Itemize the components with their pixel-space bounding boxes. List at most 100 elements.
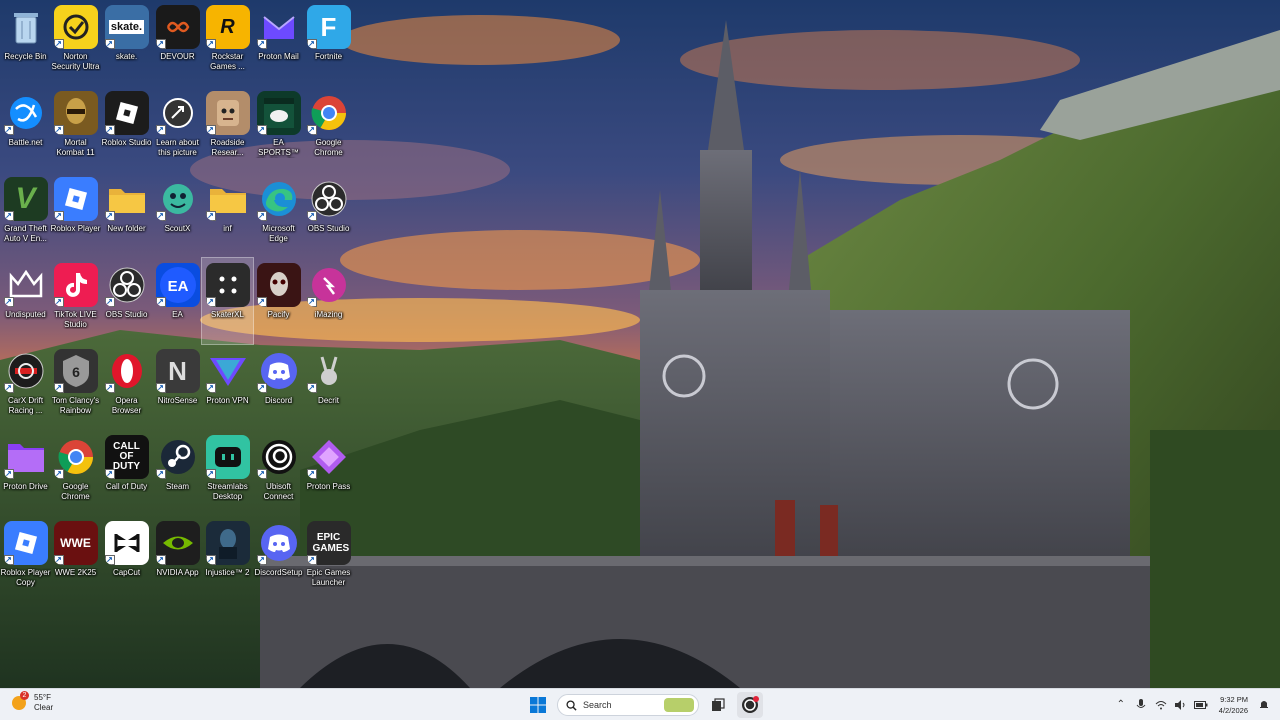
desktop-shortcut[interactable]: R ↗ Rockstar Games ...	[202, 0, 253, 86]
desktop-shortcut[interactable]: EA ↗ EA	[152, 258, 203, 344]
battery-icon[interactable]	[1193, 697, 1209, 713]
desktop-shortcut[interactable]: ↗ CapCut	[101, 516, 152, 602]
taskbar-app-obs[interactable]	[737, 692, 763, 718]
desktop-shortcut[interactable]: ↗ Ubisoft Connect	[253, 430, 304, 516]
shortcut-arrow-icon: ↗	[256, 125, 267, 135]
norton-icon: ↗	[53, 5, 98, 49]
injustice-icon: ↗	[205, 521, 250, 565]
shortcut-arrow-icon: ↗	[104, 297, 115, 307]
desktop-shortcut[interactable]: ↗ ScoutX	[152, 172, 203, 258]
desktop-shortcut[interactable]: ↗ Injustice™ 2	[202, 516, 253, 602]
desktop-shortcut[interactable]: skate. ↗ skate.	[101, 0, 152, 86]
desktop-shortcut[interactable]: ↗ inf	[202, 172, 253, 258]
volume-icon[interactable]	[1173, 697, 1189, 713]
desktop-shortcut[interactable]: EPIC GAMES ↗ Epic Games Launcher	[303, 516, 354, 602]
desktop-shortcut[interactable]: ↗ Proton Mail	[253, 0, 304, 86]
clock-date: 4/2/2026	[1218, 705, 1248, 715]
taskbar: 2 55°F Clear Search ⌃ 9:32 PM 4/2/2026	[0, 688, 1280, 720]
desktop-shortcut-label: DiscordSetup	[254, 568, 303, 577]
discord-icon: ↗	[256, 349, 301, 393]
desktop-shortcut[interactable]: ↗ TikTok LIVE Studio	[50, 258, 101, 344]
system-tray: ⌃ 9:32 PM 4/2/2026	[1113, 689, 1280, 720]
desktop-shortcut[interactable]: ↗ SkaterXL	[201, 257, 254, 345]
desktop-shortcut[interactable]: ↗ Streamlabs Desktop	[202, 430, 253, 516]
desktop-shortcut[interactable]: ↗ Steam	[152, 430, 203, 516]
desktop-shortcut[interactable]: ↗ Microsoft Edge	[253, 172, 304, 258]
desktop-shortcut[interactable]: ↗ Roblox Player Copy	[0, 516, 51, 602]
desktop-shortcut[interactable]: ↗ OBS Studio	[303, 172, 354, 258]
desktop-shortcut[interactable]: ↗ New folder	[101, 172, 152, 258]
desktop-shortcut[interactable]: 6↗Tom Clancy's Rainbow Six...	[50, 344, 101, 430]
obs-icon: ↗	[306, 177, 351, 221]
desktop-shortcut[interactable]: Recycle Bin	[0, 0, 51, 86]
scoutx-icon: ↗	[155, 177, 200, 221]
shortcut-arrow-icon: ↗	[53, 383, 64, 393]
weather-widget[interactable]: 2 55°F Clear	[12, 691, 53, 713]
shortcut-arrow-icon: ↗	[205, 125, 216, 135]
desktop-shortcut[interactable]: ↗ NVIDIA App	[152, 516, 203, 602]
desktop-shortcut-label: New folder	[107, 224, 146, 233]
desktop-shortcut[interactable]: ↗ Proton Pass	[303, 430, 354, 516]
nitrosense-icon: N ↗	[155, 349, 200, 393]
desktop-shortcut[interactable]: CALL OF DUTY ↗ Call of Duty	[101, 430, 152, 516]
desktop-shortcut[interactable]: ↗ Roblox Studio	[101, 86, 152, 172]
desktop-shortcut[interactable]: ↗ Proton VPN	[202, 344, 253, 430]
desktop-shortcut-label: Microsoft Edge	[262, 224, 295, 243]
desktop-shortcut-label: EA SPORTS™ Madden N...	[257, 138, 301, 158]
desktop-shortcut-label: Roblox Player Copy	[0, 568, 51, 587]
desktop-shortcut-label: Tom Clancy's Rainbow Six...	[51, 396, 100, 416]
desktop-shortcut[interactable]: F ↗ Fortnite	[303, 0, 354, 86]
desktop-shortcut[interactable]: ↗ OBS Studio	[101, 258, 152, 344]
desktop-shortcut-label: Fortnite	[314, 52, 343, 61]
desktop-shortcut[interactable]: ↗ CarX Drift Racing ...	[0, 344, 51, 430]
ubisoft-icon: ↗	[256, 435, 301, 479]
wifi-icon[interactable]	[1153, 697, 1169, 713]
desktop-shortcut[interactable]: ↗ EA SPORTS™ Madden N...	[253, 86, 304, 172]
shortcut-arrow-icon: ↗	[104, 555, 115, 565]
desktop-shortcut[interactable]: ↗ Undisputed	[0, 258, 51, 344]
desktop-shortcut[interactable]: ↗ Pacify	[253, 258, 304, 344]
desktop-shortcut[interactable]: ↗ Battle.net	[0, 86, 51, 172]
desktop-shortcut[interactable]: ↗ DiscordSetup	[253, 516, 304, 602]
desktop-shortcut[interactable]: ↗ iMazing	[303, 258, 354, 344]
desktop-shortcut[interactable]: ↗ Norton Security Ultra	[50, 0, 101, 86]
desktop-shortcut-label: Norton Security Ultra	[51, 52, 100, 71]
shortcut-arrow-icon: ↗	[306, 469, 317, 479]
chevron-up-icon[interactable]: ⌃	[1113, 697, 1129, 713]
desktop-shortcut[interactable]: ↗ DEVOUR	[152, 0, 203, 86]
desktop-shortcut[interactable]: ↗ Google Chrome	[303, 86, 354, 172]
shortcut-arrow-icon: ↗	[53, 39, 64, 49]
task-view-button[interactable]	[705, 692, 731, 718]
desktop-shortcut[interactable]: ↗ Google Chrome	[50, 430, 101, 516]
search-highlight-icon	[664, 698, 694, 712]
desktop-shortcut-label: Epic Games Launcher	[306, 568, 351, 587]
shortcut-arrow-icon: ↗	[104, 125, 115, 135]
mortal-kombat-icon: ↗	[53, 91, 98, 135]
decrit-icon: ↗	[306, 349, 351, 393]
desktop-shortcut[interactable]: ↗ Discord	[253, 344, 304, 430]
desktop-shortcut[interactable]: ↗ Learn about this picture	[152, 86, 203, 172]
desktop-shortcut[interactable]: WWE ↗ WWE 2K25	[50, 516, 101, 602]
desktop-shortcut[interactable]: N ↗ NitroSense	[152, 344, 203, 430]
shortcut-arrow-icon: ↗	[3, 555, 14, 565]
desktop-shortcut-label: Call of Duty	[105, 482, 148, 491]
roadside-icon: ↗	[205, 91, 250, 135]
shortcut-arrow-icon: ↗	[205, 469, 216, 479]
desktop-shortcut[interactable]: ↗ Mortal Kombat 11	[50, 86, 101, 172]
desktop-shortcut[interactable]: V ↗ Grand Theft Auto V En...	[0, 172, 51, 258]
desktop-shortcut[interactable]: ↗ Decrit	[303, 344, 354, 430]
notification-bell-icon[interactable]	[1256, 697, 1272, 713]
imazing-icon: ↗	[306, 263, 351, 307]
taskbar-search-box[interactable]: Search	[557, 694, 699, 716]
shortcut-arrow-icon: ↗	[104, 39, 115, 49]
desktop-shortcut[interactable]: ↗ Roadside Resear...	[202, 86, 253, 172]
desktop-shortcut[interactable]: ↗ Roblox Player	[50, 172, 101, 258]
clock[interactable]: 9:32 PM 4/2/2026	[1219, 694, 1248, 716]
start-button[interactable]	[525, 692, 551, 718]
shortcut-arrow-icon: ↗	[256, 383, 267, 393]
desktop-shortcut[interactable]: ↗ Opera Browser	[101, 344, 152, 430]
opera-icon: ↗	[104, 349, 149, 393]
windows-logo-icon	[530, 697, 546, 713]
microphone-icon[interactable]	[1133, 697, 1149, 713]
desktop-shortcut[interactable]: ↗ Proton Drive	[0, 430, 51, 516]
